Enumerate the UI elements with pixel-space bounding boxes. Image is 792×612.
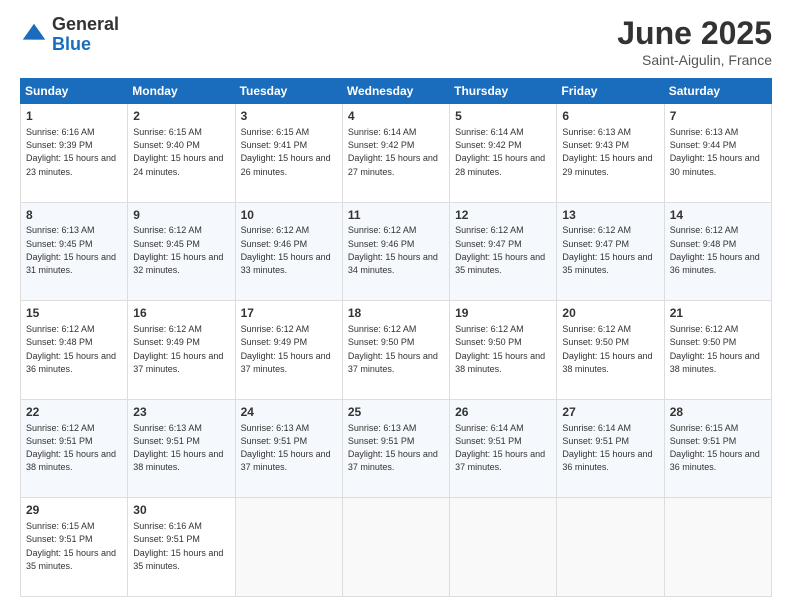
table-row: 18Sunrise: 6:12 AMSunset: 9:50 PMDayligh…	[342, 301, 449, 400]
table-row: 16Sunrise: 6:12 AMSunset: 9:49 PMDayligh…	[128, 301, 235, 400]
table-row: 21Sunrise: 6:12 AMSunset: 9:50 PMDayligh…	[664, 301, 771, 400]
col-saturday: Saturday	[664, 79, 771, 104]
table-row: 5Sunrise: 6:14 AMSunset: 9:42 PMDaylight…	[450, 104, 557, 203]
table-row: 1Sunrise: 6:16 AMSunset: 9:39 PMDaylight…	[21, 104, 128, 203]
header: General Blue June 2025 Saint-Aigulin, Fr…	[20, 15, 772, 68]
table-row: 25Sunrise: 6:13 AMSunset: 9:51 PMDayligh…	[342, 399, 449, 498]
table-row: 20Sunrise: 6:12 AMSunset: 9:50 PMDayligh…	[557, 301, 664, 400]
title-block: June 2025 Saint-Aigulin, France	[617, 15, 772, 68]
table-row: 17Sunrise: 6:12 AMSunset: 9:49 PMDayligh…	[235, 301, 342, 400]
week-row-3: 15Sunrise: 6:12 AMSunset: 9:48 PMDayligh…	[21, 301, 772, 400]
week-row-1: 1Sunrise: 6:16 AMSunset: 9:39 PMDaylight…	[21, 104, 772, 203]
table-row: 11Sunrise: 6:12 AMSunset: 9:46 PMDayligh…	[342, 202, 449, 301]
table-row: 15Sunrise: 6:12 AMSunset: 9:48 PMDayligh…	[21, 301, 128, 400]
table-row	[450, 498, 557, 597]
col-sunday: Sunday	[21, 79, 128, 104]
table-row: 7Sunrise: 6:13 AMSunset: 9:44 PMDaylight…	[664, 104, 771, 203]
logo-text: General Blue	[52, 15, 119, 55]
col-tuesday: Tuesday	[235, 79, 342, 104]
logo-icon	[20, 21, 48, 49]
table-row: 26Sunrise: 6:14 AMSunset: 9:51 PMDayligh…	[450, 399, 557, 498]
table-row: 12Sunrise: 6:12 AMSunset: 9:47 PMDayligh…	[450, 202, 557, 301]
calendar-title: June 2025	[617, 15, 772, 52]
table-row: 2Sunrise: 6:15 AMSunset: 9:40 PMDaylight…	[128, 104, 235, 203]
logo-blue: Blue	[52, 35, 119, 55]
header-row: Sunday Monday Tuesday Wednesday Thursday…	[21, 79, 772, 104]
logo: General Blue	[20, 15, 119, 55]
table-row: 13Sunrise: 6:12 AMSunset: 9:47 PMDayligh…	[557, 202, 664, 301]
calendar-table: Sunday Monday Tuesday Wednesday Thursday…	[20, 78, 772, 597]
table-row: 29Sunrise: 6:15 AMSunset: 9:51 PMDayligh…	[21, 498, 128, 597]
table-row: 30Sunrise: 6:16 AMSunset: 9:51 PMDayligh…	[128, 498, 235, 597]
col-monday: Monday	[128, 79, 235, 104]
table-row	[557, 498, 664, 597]
col-friday: Friday	[557, 79, 664, 104]
week-row-2: 8Sunrise: 6:13 AMSunset: 9:45 PMDaylight…	[21, 202, 772, 301]
table-row: 8Sunrise: 6:13 AMSunset: 9:45 PMDaylight…	[21, 202, 128, 301]
table-row	[235, 498, 342, 597]
col-wednesday: Wednesday	[342, 79, 449, 104]
table-row	[342, 498, 449, 597]
page: General Blue June 2025 Saint-Aigulin, Fr…	[0, 0, 792, 612]
table-row: 9Sunrise: 6:12 AMSunset: 9:45 PMDaylight…	[128, 202, 235, 301]
table-row: 23Sunrise: 6:13 AMSunset: 9:51 PMDayligh…	[128, 399, 235, 498]
table-row: 3Sunrise: 6:15 AMSunset: 9:41 PMDaylight…	[235, 104, 342, 203]
table-row: 27Sunrise: 6:14 AMSunset: 9:51 PMDayligh…	[557, 399, 664, 498]
logo-general: General	[52, 15, 119, 35]
table-row: 4Sunrise: 6:14 AMSunset: 9:42 PMDaylight…	[342, 104, 449, 203]
week-row-5: 29Sunrise: 6:15 AMSunset: 9:51 PMDayligh…	[21, 498, 772, 597]
col-thursday: Thursday	[450, 79, 557, 104]
table-row	[664, 498, 771, 597]
table-row: 24Sunrise: 6:13 AMSunset: 9:51 PMDayligh…	[235, 399, 342, 498]
table-row: 6Sunrise: 6:13 AMSunset: 9:43 PMDaylight…	[557, 104, 664, 203]
table-row: 19Sunrise: 6:12 AMSunset: 9:50 PMDayligh…	[450, 301, 557, 400]
table-row: 14Sunrise: 6:12 AMSunset: 9:48 PMDayligh…	[664, 202, 771, 301]
table-row: 10Sunrise: 6:12 AMSunset: 9:46 PMDayligh…	[235, 202, 342, 301]
table-row: 28Sunrise: 6:15 AMSunset: 9:51 PMDayligh…	[664, 399, 771, 498]
table-row: 22Sunrise: 6:12 AMSunset: 9:51 PMDayligh…	[21, 399, 128, 498]
week-row-4: 22Sunrise: 6:12 AMSunset: 9:51 PMDayligh…	[21, 399, 772, 498]
calendar-subtitle: Saint-Aigulin, France	[617, 52, 772, 68]
